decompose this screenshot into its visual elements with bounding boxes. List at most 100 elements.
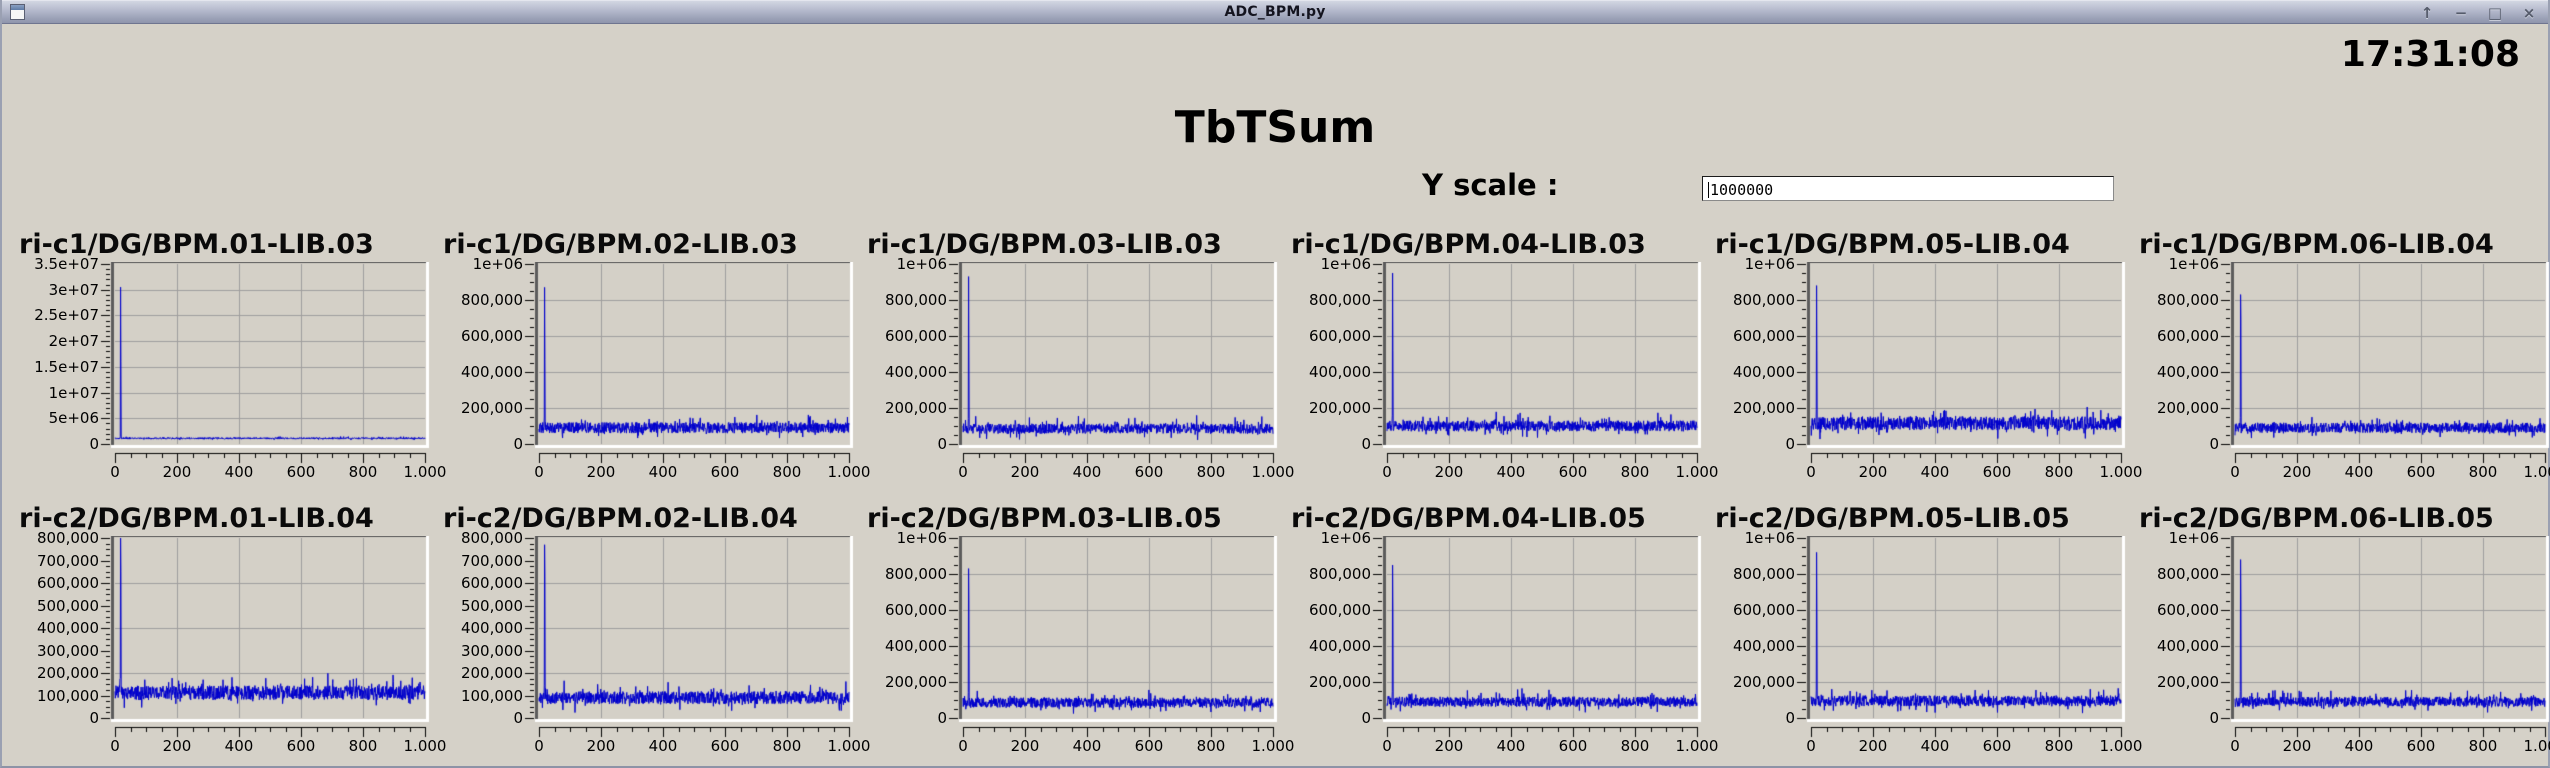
chart-area: 1e+06 800,000 600,000 400,000 200,000 0 0 200 40…: [863, 255, 1294, 484]
y-tick-label: 0: [937, 709, 947, 727]
y-tick-label: 200,000: [2156, 399, 2219, 417]
y-tick-label: 0: [1785, 435, 1795, 453]
y-tick-label: 800,000: [884, 291, 947, 309]
application-window: { "window": { "title": "ADC_BPM.py", "bu…: [0, 0, 2550, 768]
chart-panel: ri-c2/DG/BPM.02-LIB.04 800,000 700,000 600…: [429, 503, 870, 759]
y-tick-label: 200,000: [460, 664, 523, 682]
chart-panel: ri-c1/DG/BPM.01-LIB.03 3.5e+07 3e+07 2.5e+…: [5, 229, 446, 485]
y-tick-label: 0: [513, 435, 523, 453]
window-buttons: ↑ − □ ×: [2418, 1, 2538, 25]
y-tick-label: 600,000: [1732, 601, 1795, 619]
y-tick-label: 0: [2209, 435, 2219, 453]
y-tick-label: 400,000: [36, 619, 99, 637]
chart-area: 1e+06 800,000 600,000 400,000 200,000 0 0 200 40…: [1711, 529, 2142, 758]
y-tick-label: 600,000: [2156, 601, 2219, 619]
y-scale-label: Y scale :: [1422, 168, 1559, 202]
close-button[interactable]: ×: [2520, 2, 2538, 24]
y-tick-label: 300,000: [460, 641, 523, 660]
y-tick-label: 200,000: [460, 399, 523, 417]
y-tick-label: 3.5e+07: [34, 255, 99, 273]
y-tick-label: 500,000: [36, 596, 99, 615]
y-tick-label: 700,000: [36, 551, 99, 570]
y-tick-label: 1e+06: [1744, 255, 1795, 273]
y-tick-label: 100,000: [460, 686, 523, 705]
chart-area: 800,000 700,000 600,000 500,000 400,000 300,0…: [439, 529, 870, 758]
y-tick-label: 800,000: [36, 529, 99, 547]
y-tick-label: 800,000: [2156, 565, 2219, 583]
y-tick-label: 600,000: [460, 574, 523, 592]
y-tick-label: 3e+07: [48, 280, 99, 299]
y-tick-label: 200,000: [1308, 673, 1371, 691]
y-tick-label: 600,000: [2156, 327, 2219, 345]
y-tick-label: 0: [89, 435, 99, 453]
y-tick-label: 0: [513, 709, 523, 727]
chart-panel: ri-c2/DG/BPM.05-LIB.05 1e+06 800,000 600,0…: [1701, 503, 2142, 759]
chart-area: 1e+06 800,000 600,000 400,000 200,000 0 0 200 40…: [1287, 529, 1718, 758]
y-tick-label: 400,000: [460, 363, 523, 381]
y-tick-label: 200,000: [1732, 399, 1795, 417]
y-tick-label: 1e+07: [48, 383, 99, 402]
y-tick-label: 700,000: [460, 551, 523, 570]
y-tick-label: 200,000: [884, 673, 947, 691]
window-titlebar[interactable]: ADC_BPM.py ↑ − □ ×: [2, 0, 2548, 24]
y-tick-label: 200,000: [1308, 399, 1371, 417]
y-tick-label: 1e+06: [896, 529, 947, 547]
y-tick-label: 600,000: [36, 574, 99, 592]
y-tick-label: 0: [1785, 709, 1795, 727]
y-tick-label: 200,000: [1732, 673, 1795, 691]
y-tick-label: 400,000: [1732, 363, 1795, 381]
x-tick-label: 1.000: [2523, 737, 2550, 755]
y-tick-label: 400,000: [460, 619, 523, 637]
y-tick-label: 200,000: [884, 399, 947, 417]
y-tick-label: 600,000: [884, 601, 947, 619]
y-tick-label: 600,000: [1308, 327, 1371, 345]
y-tick-label: 1e+06: [2168, 529, 2219, 547]
y-tick-label: 300,000: [36, 641, 99, 660]
charts-grid: ri-c1/DG/BPM.01-LIB.03 3.5e+07 3e+07 2.5e+…: [5, 229, 2550, 759]
y-tick-label: 800,000: [884, 565, 947, 583]
y-tick-label: 400,000: [1308, 363, 1371, 381]
chart-panel: ri-c1/DG/BPM.02-LIB.03 1e+06 800,000 600,0…: [429, 229, 870, 485]
y-tick-label: 800,000: [1732, 291, 1795, 309]
chart-area: 1e+06 800,000 600,000 400,000 200,000 0 0 200 40…: [439, 255, 870, 484]
chart-panel: ri-c2/DG/BPM.06-LIB.05 1e+06 800,000 600,0…: [2125, 503, 2550, 759]
chart-panel: ri-c1/DG/BPM.04-LIB.03 1e+06 800,000 600,0…: [1277, 229, 1718, 485]
y-tick-label: 1e+06: [472, 255, 523, 273]
y-tick-label: 200,000: [36, 664, 99, 682]
y-tick-label: 400,000: [1308, 637, 1371, 655]
y-tick-label: 1e+06: [1744, 529, 1795, 547]
y-tick-label: 1.5e+07: [34, 357, 99, 376]
chart-panel: ri-c1/DG/BPM.03-LIB.03 1e+06 800,000 600,0…: [853, 229, 1294, 485]
y-scale-value: 1000000: [1710, 181, 1774, 199]
y-tick-label: 1e+06: [1320, 529, 1371, 547]
chart-panel: ri-c1/DG/BPM.05-LIB.04 1e+06 800,000 600,0…: [1701, 229, 2142, 485]
chart-area: 1e+06 800,000 600,000 400,000 200,000 0 0 200 40…: [2135, 529, 2550, 758]
y-tick-label: 100,000: [36, 686, 99, 705]
page-title: TbTSum: [1174, 102, 1376, 153]
y-tick-label: 0: [2209, 709, 2219, 727]
y-tick-label: 800,000: [460, 291, 523, 309]
y-tick-label: 0: [89, 709, 99, 727]
window-menu-icon[interactable]: [10, 4, 25, 20]
y-tick-label: 0: [1361, 709, 1371, 727]
text-caret: [1708, 182, 1709, 198]
window-title: ADC_BPM.py: [1224, 4, 1326, 20]
y-scale-input[interactable]: 1000000: [1702, 176, 2114, 201]
y-tick-label: 800,000: [1308, 565, 1371, 583]
y-tick-label: 400,000: [1732, 637, 1795, 655]
y-tick-label: 600,000: [1308, 601, 1371, 619]
shade-button[interactable]: ↑: [2418, 2, 2436, 24]
y-tick-label: 1e+06: [896, 255, 947, 273]
y-tick-label: 800,000: [1732, 565, 1795, 583]
y-tick-label: 500,000: [460, 596, 523, 615]
y-tick-label: 1e+06: [2168, 255, 2219, 273]
y-tick-label: 1e+06: [1320, 255, 1371, 273]
y-tick-label: 200,000: [2156, 673, 2219, 691]
maximize-button[interactable]: □: [2486, 2, 2504, 24]
chart-area: 800,000 700,000 600,000 500,000 400,000 300,0…: [15, 529, 446, 758]
y-tick-label: 400,000: [884, 637, 947, 655]
minimize-button[interactable]: −: [2452, 2, 2470, 24]
y-tick-label: 600,000: [460, 327, 523, 345]
y-tick-label: 600,000: [1732, 327, 1795, 345]
y-tick-label: 600,000: [884, 327, 947, 345]
